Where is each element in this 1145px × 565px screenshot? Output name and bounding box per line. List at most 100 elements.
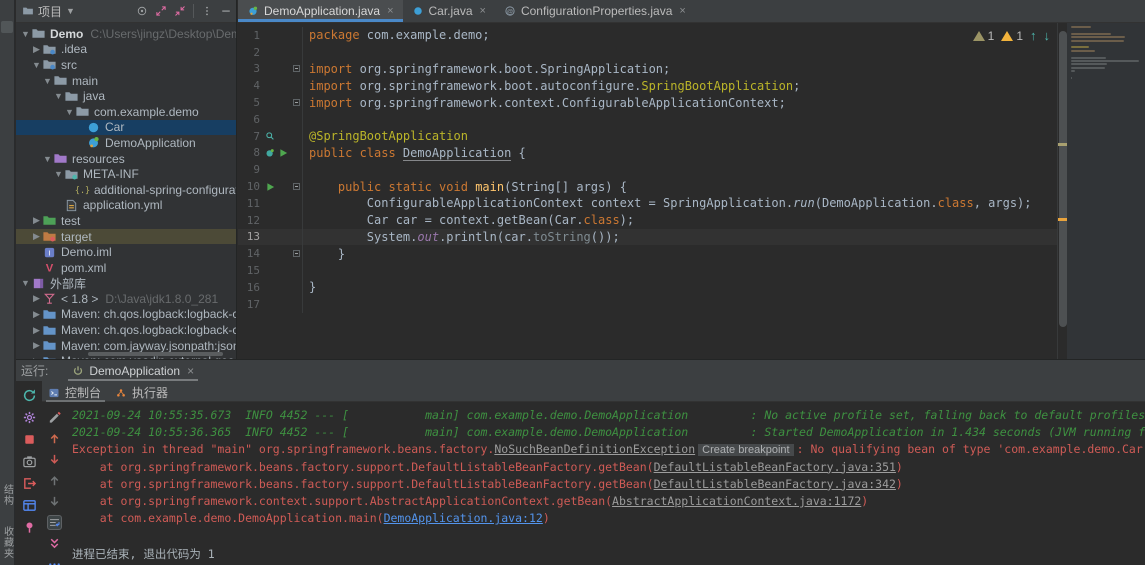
code-line-1[interactable]: 1 package com.example.demo;	[238, 27, 1057, 44]
close-icon[interactable]: ×	[480, 5, 486, 17]
stacktrace-link[interactable]: DefaultListableBeanFactory.java:342	[654, 477, 896, 491]
tree-item-target[interactable]: ▶ target	[16, 228, 236, 245]
down-gray-icon[interactable]	[47, 494, 62, 509]
up-red-icon[interactable]	[47, 431, 62, 446]
tree-chevron-down-icon[interactable]: ▼	[42, 154, 53, 164]
tree-item-demo[interactable]: ▼ Demo C:\Users\jingz\Desktop\Demo	[16, 26, 236, 42]
tree-chevron-down-icon[interactable]: ▼	[42, 76, 53, 86]
close-icon[interactable]: ×	[187, 364, 194, 378]
editor-tab-demoapplication-java[interactable]: DemoApplication.java ×	[238, 0, 403, 22]
run-config-tab[interactable]: DemoApplication ×	[68, 360, 198, 381]
softwrap-icon[interactable]	[46, 515, 62, 530]
settings-icon[interactable]	[22, 410, 37, 425]
console-tab-console[interactable]: 控制台	[42, 381, 109, 402]
camera-icon[interactable]	[22, 454, 37, 469]
code-line-14[interactable]: 14 }	[238, 245, 1057, 263]
fold-gutter[interactable]	[290, 60, 303, 78]
stacktrace-link[interactable]: AbstractApplicationContext.java:1172	[612, 494, 861, 508]
run-button-icon[interactable]	[264, 181, 276, 193]
console-tab-actuator[interactable]: 执行器	[109, 381, 176, 402]
tree-chevron-right-icon[interactable]: ▶	[31, 293, 42, 304]
tree-item-idea[interactable]: ▶ .idea	[16, 42, 236, 58]
close-icon[interactable]: ×	[387, 5, 393, 17]
tree-item-resources[interactable]: ▼ resources	[16, 151, 236, 167]
stripe-menu[interactable]	[1, 3, 13, 15]
code-line-5[interactable]: 5 import org.springframework.context.Conf…	[238, 94, 1057, 111]
tree-item-demoapplication[interactable]: DemoApplication	[16, 135, 236, 151]
code-line-13[interactable]: 13 System.out.println(car.toString());	[238, 228, 1057, 246]
code-line-4[interactable]: 4 import org.springframework.boot.autocon…	[238, 77, 1057, 95]
tree-item-[interactable]: ▼ 外部库	[16, 276, 236, 292]
code-line-8[interactable]: 8 public class DemoApplication {	[238, 144, 1057, 162]
console-output[interactable]: 2021-09-24 10:55:35.673 INFO 4452 --- [ …	[66, 402, 1145, 565]
code-line-6[interactable]: 6	[238, 110, 1057, 128]
editor-scrollbar-thumb[interactable]	[1059, 31, 1067, 327]
tree-chevron-down-icon[interactable]: ▼	[31, 60, 42, 70]
tree-horizontal-scrollbar[interactable]	[88, 352, 223, 356]
run-button-icon[interactable]	[277, 147, 289, 159]
tree-item-com-example-demo[interactable]: ▼ com.example.demo	[16, 104, 236, 120]
tree-item-pom-xml[interactable]: Vpom.xml	[16, 260, 236, 276]
code-line-15[interactable]: 15	[238, 262, 1057, 279]
code-line-9[interactable]: 9	[238, 161, 1057, 179]
create-breakpoint-hint[interactable]: Create breakpoint	[698, 444, 794, 457]
tree-chevron-right-icon[interactable]: ▶	[31, 340, 42, 351]
tree-item-main[interactable]: ▼ main	[16, 73, 236, 89]
scrollend-icon[interactable]	[47, 536, 62, 551]
up-gray-icon[interactable]	[47, 473, 62, 488]
fold-marker-icon[interactable]	[292, 183, 300, 191]
code-line-2[interactable]: 2	[238, 43, 1057, 61]
tree-chevron-down-icon[interactable]: ▼	[20, 278, 31, 288]
tree-item-maven-ch-qos-logback-logback-classic[interactable]: ▶ Maven: ch.qos.logback:logback-classic:	[16, 307, 236, 323]
stop-icon[interactable]	[22, 432, 37, 447]
navigate-up-icon[interactable]: ↑	[1030, 28, 1037, 43]
tree-chevron-right-icon[interactable]: ▶	[31, 231, 42, 242]
tree-item-demo-iml[interactable]: I Demo.iml	[16, 244, 236, 260]
code-line-3[interactable]: 3 import org.springframework.boot.SpringA…	[238, 60, 1057, 78]
code-area[interactable]: 1 package com.example.demo; 2 3 import org.s…	[238, 23, 1145, 359]
bean-icon[interactable]	[264, 147, 276, 159]
fold-gutter[interactable]	[290, 178, 303, 195]
warning-badge[interactable]: 1	[1001, 29, 1023, 43]
editor-tab-car-java[interactable]: Car.java ×	[403, 0, 495, 22]
tree-item-application-yml[interactable]: application.yml	[16, 198, 236, 214]
exit-icon[interactable]	[22, 476, 37, 491]
tree-item-1-8[interactable]: ▶ < 1.8 > D:\Java\jdk1.8.0_281	[16, 291, 236, 307]
rerun-icon[interactable]	[22, 388, 37, 403]
tree-chevron-right-icon[interactable]: ▶	[31, 325, 42, 336]
tree-item-meta-inf[interactable]: ▼ META-INF	[16, 166, 236, 182]
navigate-down-icon[interactable]: ↓	[1044, 28, 1051, 43]
search-icon[interactable]	[264, 130, 276, 142]
more-dots-icon[interactable]	[47, 557, 62, 565]
tree-chevron-down-icon[interactable]: ▼	[53, 169, 64, 179]
tree-item-java[interactable]: ▼ java	[16, 88, 236, 104]
editor-scrollbar[interactable]	[1057, 23, 1068, 359]
down-red-icon[interactable]	[47, 452, 62, 467]
layout-icon[interactable]	[22, 498, 37, 513]
clear-icon[interactable]	[47, 410, 62, 425]
tree-item-maven-ch-qos-logback-logback-core-1-2[interactable]: ▶ Maven: ch.qos.logback:logback-core:1.2	[16, 322, 236, 338]
tree-chevron-right-icon[interactable]: ▶	[31, 215, 42, 226]
stacktrace-link[interactable]: DemoApplication.java:12	[384, 511, 543, 525]
stacktrace-link[interactable]: NoSuchBeanDefinitionException	[494, 442, 695, 456]
chevron-down-icon[interactable]: ▼	[66, 6, 75, 16]
code-line-10[interactable]: 10 public static void main(String[] args…	[238, 178, 1057, 195]
close-icon[interactable]: ×	[679, 5, 685, 17]
code-line-17[interactable]: 17	[238, 295, 1057, 313]
stripe-project-tool[interactable]	[1, 21, 13, 33]
fold-marker-icon[interactable]	[292, 65, 300, 73]
fold-marker-icon[interactable]	[292, 99, 300, 107]
code-line-7[interactable]: 7 @SpringBootApplication	[238, 127, 1057, 145]
tree-item-additional-spring-configuration-m[interactable]: {.} additional-spring-configuration-m	[16, 182, 236, 198]
fold-gutter[interactable]	[290, 245, 303, 263]
weak-warning-badge[interactable]: 1	[972, 29, 994, 43]
more-icon[interactable]	[201, 5, 213, 17]
editor-tab-configurationproperties-java[interactable]: @ ConfigurationProperties.java ×	[495, 0, 695, 22]
code-line-12[interactable]: 12 Car car = context.getBean(Car.class);	[238, 211, 1057, 229]
tree-item-src[interactable]: ▼ src	[16, 57, 236, 73]
tree-chevron-down-icon[interactable]: ▼	[64, 107, 75, 117]
fold-gutter[interactable]	[290, 94, 303, 111]
tree-chevron-right-icon[interactable]: ▶	[31, 309, 42, 320]
tree-item-test[interactable]: ▶ test	[16, 213, 236, 229]
pin-icon[interactable]	[22, 520, 37, 535]
